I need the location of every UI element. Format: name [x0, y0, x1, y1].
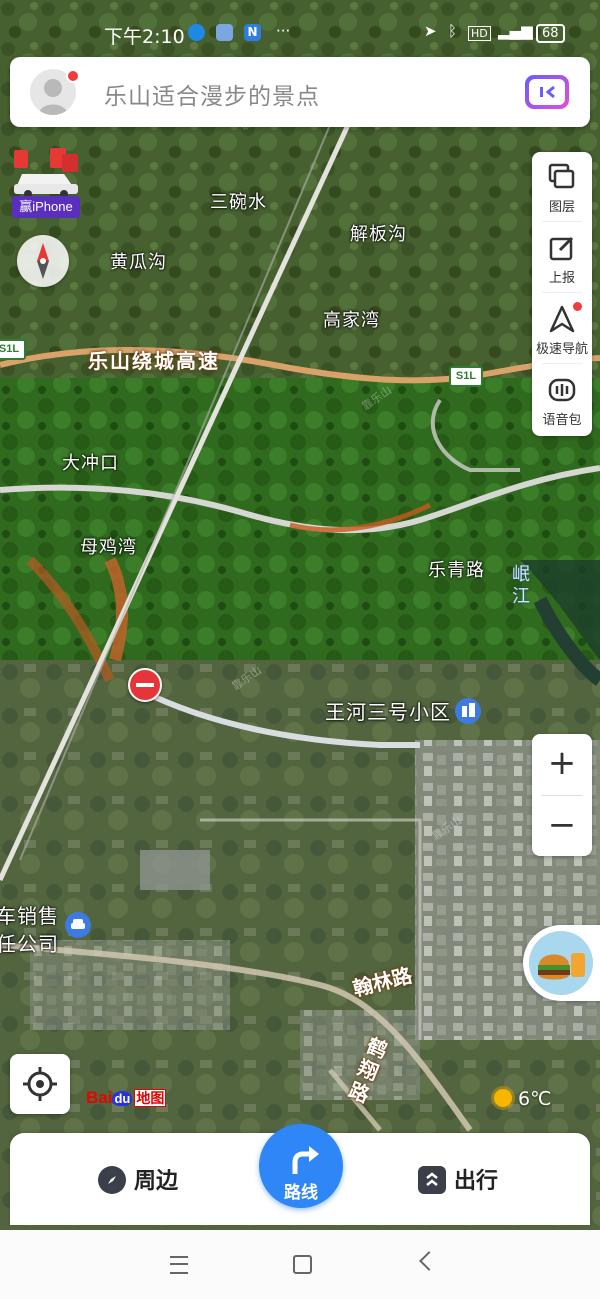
place-label[interactable]: 车销售	[0, 900, 59, 929]
baidu-map-logo: Bai du 地图	[86, 1088, 167, 1107]
place-label[interactable]: 高家湾	[323, 306, 380, 332]
river-label: 岷江	[512, 564, 531, 607]
place-label[interactable]: 解板沟	[350, 220, 407, 246]
road-label-leqing: 乐青路	[428, 560, 485, 581]
poi-name: 王河三号小区	[325, 700, 451, 724]
status-time: 下午2:10	[104, 26, 185, 48]
sun-icon	[494, 1089, 512, 1107]
menu-icon[interactable]	[170, 1256, 188, 1274]
temperature: 6℃	[518, 1088, 552, 1110]
place-label[interactable]: 黄瓜沟	[110, 248, 167, 274]
compass-icon[interactable]	[17, 235, 69, 287]
zoom-in-button[interactable]: +	[532, 734, 592, 795]
zoom-control: + −	[532, 734, 592, 856]
compass-nearby-icon	[98, 1166, 126, 1194]
status-bar: 下午2:10 N ··· ➤ ᛒ HD ▂▄▆ 68	[0, 0, 600, 56]
layers-button[interactable]: 图层	[532, 152, 592, 222]
place-label[interactable]: 任公司	[0, 928, 59, 957]
voice-pack-icon	[547, 375, 577, 405]
residence-icon	[455, 698, 481, 724]
place-label[interactable]: 母鸡湾	[80, 533, 137, 559]
highway-shield: S1L	[0, 339, 26, 360]
car-gift-icon	[14, 148, 78, 198]
report-icon	[547, 233, 577, 263]
no-entry-icon[interactable]	[128, 668, 162, 702]
report-button[interactable]: 上报	[532, 223, 592, 293]
signal-icon: ▂▄▆	[498, 22, 533, 40]
search-bar[interactable]: 乐山适合漫步的景点	[10, 57, 590, 127]
badge-dot	[573, 302, 582, 311]
locate-me-button[interactable]	[10, 1054, 70, 1114]
travel-button[interactable]: 出行	[418, 1163, 498, 1195]
fast-navigation-button[interactable]: 极速导航	[532, 294, 592, 364]
more-indicator: ···	[276, 22, 291, 40]
route-button[interactable]: 路线	[259, 1124, 343, 1208]
highway-shield: S1L	[449, 366, 483, 387]
promo-label: 赢iPhone	[12, 196, 80, 218]
road-label-ring-expressway: 乐山绕城高速	[88, 349, 220, 373]
search-input[interactable]: 乐山适合漫步的景点	[104, 77, 320, 111]
zoom-out-button[interactable]: −	[532, 796, 592, 857]
bluetooth-icon: ᛒ	[448, 22, 458, 40]
system-nav-bar	[0, 1230, 600, 1299]
promo-banner[interactable]: 赢iPhone	[12, 148, 82, 220]
hd-icon: HD	[468, 26, 491, 41]
poi-label-wanghe[interactable]: 王河三号小区	[325, 696, 481, 725]
satellite-imagery	[0, 0, 600, 1230]
circle-app-icon	[188, 24, 205, 41]
location-icon: ➤	[424, 22, 437, 40]
place-label[interactable]: 三碗水	[210, 188, 267, 214]
voice-assistant-icon[interactable]	[525, 75, 569, 109]
weather-indicator[interactable]: 6℃	[494, 1088, 551, 1110]
back-icon[interactable]	[419, 1251, 439, 1271]
voice-pack-button[interactable]: 语音包	[532, 365, 592, 435]
n-app-icon: N	[244, 24, 261, 41]
layers-icon	[547, 162, 577, 192]
map-view[interactable]: 靠乐山 靠乐山 靠乐山 靠乐山 靠乐山 靠乐山 靠乐山 三碗水 黄瓜沟 解板沟 …	[0, 0, 600, 1230]
car-icon[interactable]	[65, 912, 91, 938]
burger-icon	[529, 931, 593, 995]
place-label[interactable]: 大冲口	[62, 449, 119, 475]
notification-dot	[66, 69, 80, 83]
battery-indicator: 68	[536, 24, 565, 43]
home-icon[interactable]	[293, 1255, 312, 1274]
cloud-app-icon	[216, 24, 233, 41]
nearby-button[interactable]: 周边	[98, 1163, 178, 1195]
map-toolbar: 图层 上报 极速导航 语音包	[532, 152, 592, 436]
food-promo-button[interactable]	[523, 925, 600, 1001]
travel-icon	[418, 1166, 446, 1194]
crosshair-icon	[23, 1067, 57, 1101]
